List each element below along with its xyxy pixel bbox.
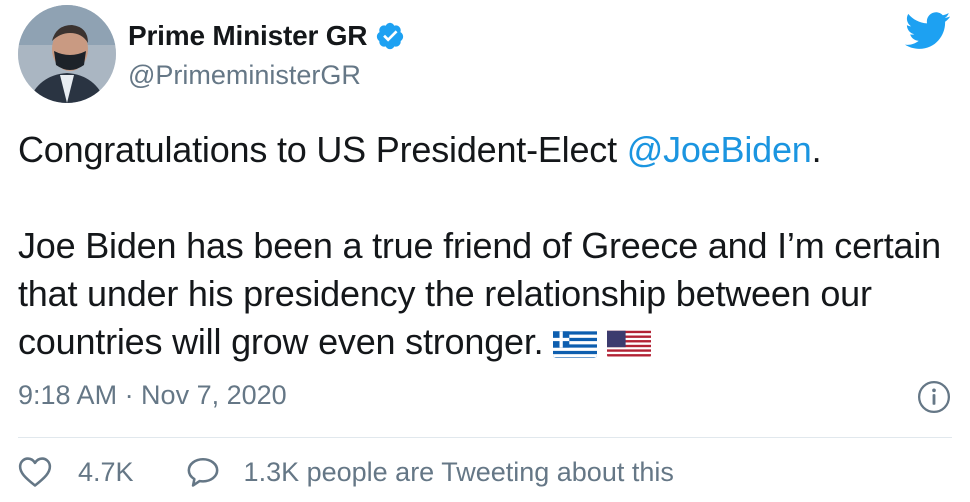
tweeting-about-link[interactable]: 1.3K people are Tweeting about this	[244, 457, 674, 488]
mention-link[interactable]: @JoeBiden	[627, 129, 812, 170]
greece-flag-icon	[553, 326, 598, 358]
reply-bubble-icon[interactable]	[186, 456, 220, 488]
like-count[interactable]: 4.7K	[78, 457, 134, 488]
tweet-text: Congratulations to US President-Elect @J…	[18, 126, 958, 366]
heart-icon[interactable]	[18, 456, 52, 488]
twitter-bird-icon[interactable]	[905, 12, 951, 50]
author-handle[interactable]: @PrimeministerGR	[128, 60, 361, 91]
tweet-paragraph-1: Congratulations to US President-Elect @J…	[18, 126, 958, 174]
tweet-text-period: .	[811, 129, 822, 170]
tweet-timestamp[interactable]: 9:18 AM · Nov 7, 2020	[18, 380, 287, 411]
tweet-text-intro: Congratulations to US President-Elect	[18, 129, 627, 170]
author-name-row: Prime Minister GR	[128, 20, 405, 52]
avatar-photo	[18, 5, 116, 103]
us-flag-icon	[607, 326, 652, 358]
display-name[interactable]: Prime Minister GR	[128, 20, 368, 52]
divider	[18, 437, 952, 438]
verified-badge-icon	[375, 21, 405, 51]
engagement-bar: 4.7K 1.3K people are Tweeting about this	[18, 456, 674, 488]
tweet-paragraph-2: Joe Biden has been a true friend of Gree…	[18, 222, 958, 366]
info-icon[interactable]	[917, 380, 951, 414]
tweet-paragraph-2-text: Joe Biden has been a true friend of Gree…	[18, 225, 941, 362]
avatar[interactable]	[18, 5, 116, 103]
